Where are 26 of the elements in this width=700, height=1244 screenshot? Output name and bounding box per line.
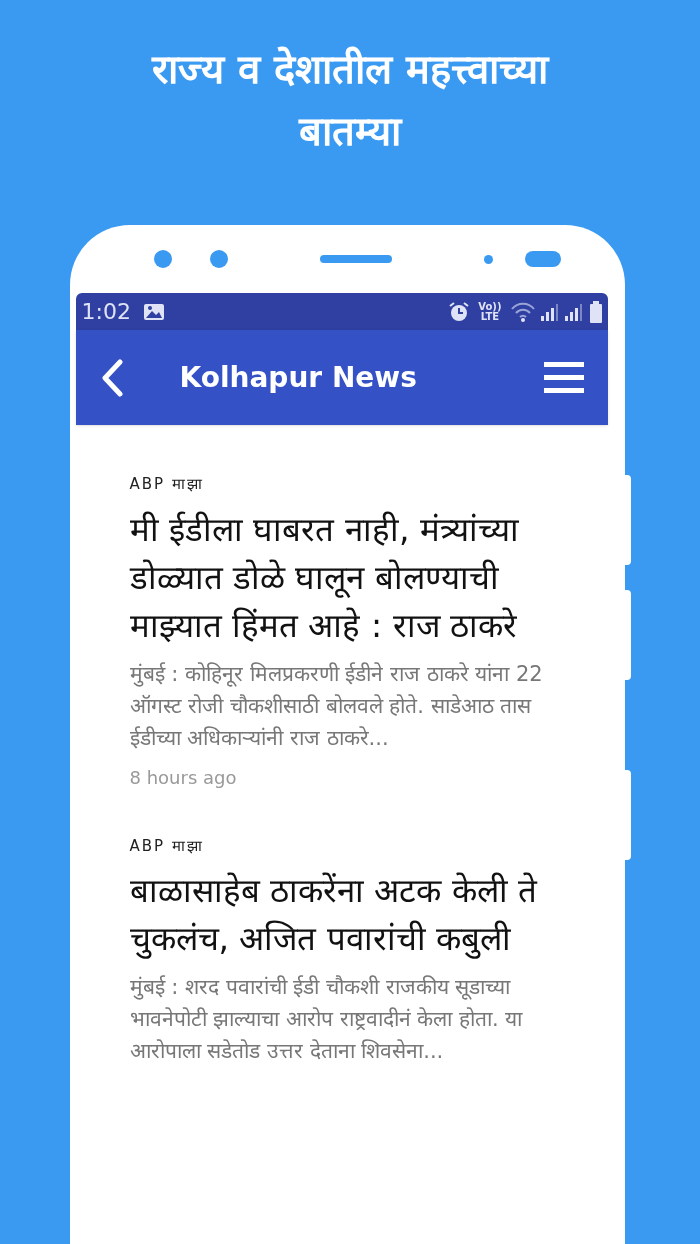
flash-icon <box>525 251 561 267</box>
signal-icon <box>539 301 560 322</box>
status-time: 1:02 <box>81 298 131 326</box>
app-title: Kolhapur News <box>179 359 417 396</box>
battery-icon <box>589 300 602 323</box>
volte-label: Vo)) <box>478 301 502 312</box>
article-source: ABP माझा <box>129 835 205 857</box>
speaker-grille <box>320 255 392 263</box>
article-headline[interactable]: मी ईडीला घाबरत नाही, मंत्र्यांच्या डोळ्यात डोळे घालून बोलण्याची माझ्यात हिंमत आहे : राज ठाकरे <box>129 505 568 650</box>
menu-button[interactable] <box>543 360 584 395</box>
article-source: ABP माझा <box>129 474 205 495</box>
alarm-icon <box>448 300 471 323</box>
back-icon <box>99 358 124 397</box>
camera-icon <box>154 250 172 268</box>
sensor-icon <box>210 250 228 268</box>
article-summary: मुंबई : कोहिनूर मिलप्रकरणी ईडीने राज ठाकरे यांना 22 ऑगस्ट रोजी चौकशीसाठी बोलवले होते. साडेआठ तास ईडीच्या अधिकाऱ्यांनी राज ठाकरे... <box>129 660 544 752</box>
menu-icon <box>543 360 584 395</box>
promo-heading: राज्य व देशातील महत्त्वाच्या बातम्या <box>150 45 550 156</box>
article-time: 8 hours ago <box>129 765 238 790</box>
article-summary: मुंबई : शरद पवारांची ईडी चौकशी राजकीय सूडाच्या भावनेपोटी झाल्याचा आरोप राष्ट्रवादीनं केला होता. या आरोपाला सडेतोड उत्तर देताना शिवसेना... <box>129 974 524 1065</box>
wifi-icon <box>509 301 536 322</box>
signal-icon <box>563 301 584 322</box>
lte-label: LTE <box>480 311 500 322</box>
image-icon <box>142 302 165 321</box>
sensor-icon <box>484 254 493 264</box>
article-headline[interactable]: बाळासाहेब ठाकरेंना अटक केली ते चुकलंच, अजित पवारांची कबुली <box>129 867 568 963</box>
